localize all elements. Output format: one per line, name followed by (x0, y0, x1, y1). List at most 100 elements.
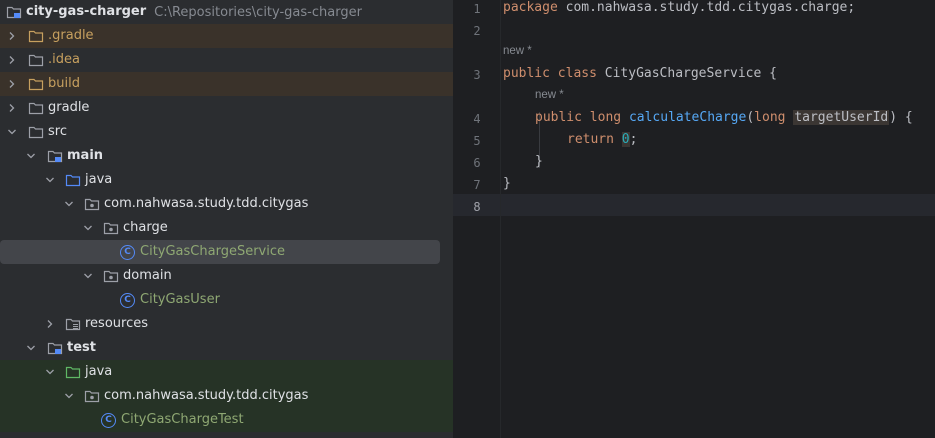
excluded-folder-icon (28, 28, 44, 44)
class-icon: C (101, 412, 116, 428)
chevron-down-icon[interactable] (23, 148, 39, 164)
code-line-6: } (535, 154, 543, 169)
tree-label: CityGasChargeTest (121, 412, 244, 427)
tree-label: CityGasUser (140, 292, 220, 307)
tree-label: com.nahwasa.study.tdd.citygas (104, 196, 309, 211)
chevron-down-icon[interactable] (42, 364, 58, 380)
tree-label: java (85, 172, 113, 187)
chevron-down-icon[interactable] (23, 340, 39, 356)
tree-label: resources (85, 316, 149, 331)
number-literal: 0 (621, 132, 630, 147)
tree-label: build (48, 76, 80, 91)
tree-item-user-class[interactable]: C CityGasUser (0, 288, 453, 312)
tree-item-package-main[interactable]: com.nahwasa.study.tdd.citygas (0, 192, 453, 216)
source-folder-icon (65, 172, 81, 188)
line-number: 8 (473, 200, 481, 214)
tree-label: CityGasChargeService (140, 244, 285, 259)
chevron-right-icon[interactable] (4, 76, 20, 92)
tree-item-package-test[interactable]: com.nahwasa.study.tdd.citygas (0, 384, 453, 408)
test-folder-icon (65, 364, 81, 380)
package-icon (103, 268, 119, 284)
current-line-highlight (453, 194, 935, 216)
parameter-name: targetUserId (793, 110, 890, 125)
folder-icon (28, 124, 44, 140)
code-line-3: public class CityGasChargeService { (503, 66, 777, 81)
chevron-down-icon[interactable] (4, 124, 20, 140)
gutter-divider (500, 0, 501, 438)
tree-label: .idea (48, 52, 80, 67)
tree-label: gradle (48, 100, 90, 115)
tree-item-gradle[interactable]: gradle (0, 96, 453, 120)
tree-label: test (67, 340, 96, 355)
line-number: 3 (473, 68, 481, 82)
keyword: public (535, 110, 582, 125)
chevron-right-icon[interactable] (42, 316, 58, 332)
class-icon: C (120, 292, 135, 308)
tree-label: .gradle (48, 28, 94, 43)
code-text: ) { (889, 110, 913, 125)
folder-icon (28, 100, 44, 116)
usage-hint[interactable]: new * (535, 89, 564, 101)
line-number: 2 (473, 24, 481, 38)
chevron-down-icon[interactable] (61, 388, 77, 404)
tree-item-resources[interactable]: resources (0, 312, 453, 336)
code-line-5: return 0; (567, 132, 637, 147)
tree-label: charge (123, 220, 168, 235)
root-path: C:\Repositories\city-gas-charger (154, 4, 362, 20)
package-icon (84, 196, 100, 212)
package-icon (103, 220, 119, 236)
tree-item-main[interactable]: main (0, 144, 453, 168)
tree-item-charge[interactable]: charge (0, 216, 453, 240)
chevron-down-icon[interactable] (80, 220, 96, 236)
code-text: com.nahwasa.study.tdd.citygas.charge; (557, 0, 856, 15)
resources-folder-icon (65, 316, 81, 332)
code-line-1: package com.nahwasa.study.tdd.citygas.ch… (503, 0, 855, 15)
keyword: long (754, 110, 786, 125)
root-name: city-gas-charger (26, 4, 147, 19)
code-text: CityGasChargeService { (596, 66, 777, 81)
package-icon (84, 388, 100, 404)
line-number: 1 (473, 2, 481, 16)
keyword: package (503, 0, 558, 15)
tree-item-src[interactable]: src (0, 120, 453, 144)
tree-item-java-test[interactable]: java (0, 360, 453, 384)
tree-item-java-main[interactable]: java (0, 168, 453, 192)
line-number: 4 (473, 112, 481, 126)
tree-item-test-class[interactable]: C CityGasChargeTest (0, 408, 453, 432)
code-text: ( (746, 110, 755, 125)
usage-hint[interactable]: new * (503, 45, 532, 57)
project-tree: city-gas-charger C:\Repositories\city-ga… (0, 0, 453, 438)
chevron-right-icon[interactable] (4, 28, 20, 44)
tree-label: src (48, 124, 67, 139)
keyword: long (589, 110, 622, 125)
module-folder-icon (47, 148, 63, 164)
tree-label: com.nahwasa.study.tdd.citygas (104, 388, 309, 403)
chevron-right-icon[interactable] (4, 52, 20, 68)
tree-label: domain (123, 268, 172, 283)
tree-label: main (67, 148, 104, 163)
tree-item-idea[interactable]: .idea (0, 48, 453, 72)
method-name: calculateCharge (628, 110, 747, 125)
chevron-down-icon[interactable] (42, 172, 58, 188)
keyword: return (567, 132, 614, 147)
line-number: 7 (473, 178, 481, 192)
line-number: 6 (473, 156, 481, 170)
chevron-down-icon[interactable] (80, 268, 96, 284)
code-editor[interactable]: 1 2 3 4 5 6 7 8 package com.nahwasa.stud… (453, 0, 935, 438)
chevron-right-icon[interactable] (4, 100, 20, 116)
tree-item-build[interactable]: build (0, 72, 453, 96)
line-number: 5 (473, 134, 481, 148)
chevron-down-icon[interactable] (61, 196, 77, 212)
excluded-folder-icon (28, 76, 44, 92)
code-text: ; (629, 132, 638, 147)
code-line-7: } (503, 176, 511, 191)
class-icon: C (120, 244, 135, 260)
tree-item-root[interactable]: city-gas-charger C:\Repositories\city-ga… (0, 0, 453, 24)
module-folder-icon (47, 340, 63, 356)
tree-item-test[interactable]: test (0, 336, 453, 360)
tree-item-gradle-dot[interactable]: .gradle (0, 24, 453, 48)
tree-item-domain[interactable]: domain (0, 264, 453, 288)
keyword: class (557, 66, 597, 81)
folder-icon (28, 52, 44, 68)
tree-item-service-class[interactable]: C CityGasChargeService (0, 240, 453, 264)
